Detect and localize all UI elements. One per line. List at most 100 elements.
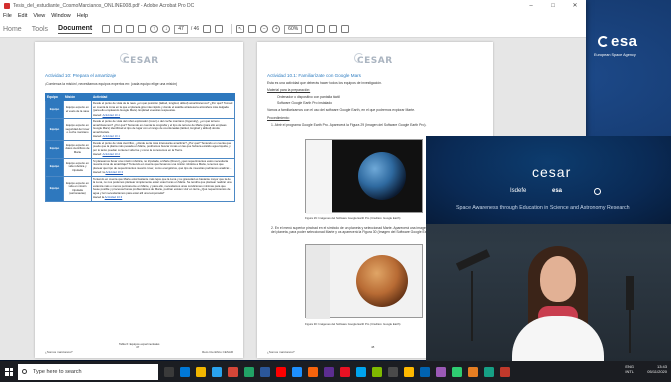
table-header: Actividad [91, 93, 235, 101]
search-icon[interactable] [138, 25, 147, 33]
mission-cell: Equipo experto en vida en misión tripula… [63, 175, 92, 202]
table-header: Equipo [45, 93, 64, 101]
email-icon[interactable] [126, 25, 135, 33]
hand-tool-icon[interactable] [248, 25, 257, 33]
menu-bar: File Edit View Window Help [0, 11, 586, 21]
activity-text: Desde el punto de vista del robot explor… [93, 119, 227, 134]
menu-help[interactable]: Help [77, 13, 88, 19]
language-indicator[interactable]: ENG INTL [625, 364, 634, 374]
activity-text: Desde el punto de vista científico, ¿dón… [93, 140, 232, 152]
zoom-out-icon[interactable]: − [260, 25, 269, 33]
taskbar-app-icon[interactable] [324, 366, 334, 377]
print-icon[interactable] [114, 25, 123, 33]
table-row: Equipo Equipo experto en vida robótica y … [45, 157, 235, 177]
taskbar-app-icon[interactable] [468, 366, 478, 377]
activity-cell: Desde el punto de vista del robot explor… [91, 118, 235, 141]
maximize-button[interactable]: □ [542, 3, 564, 9]
close-button[interactable]: ✕ [564, 2, 586, 9]
procedure-heading: Procedimiento: [267, 116, 290, 120]
zoom-in-icon[interactable]: + [272, 25, 281, 33]
taskbar-app-icon[interactable] [388, 366, 398, 377]
taskbar-app-icon[interactable] [180, 366, 190, 377]
taskbar-app-icon[interactable] [212, 366, 222, 377]
esa-logo-small: esa [552, 188, 563, 194]
fit-width-icon[interactable] [305, 25, 314, 33]
select-cursor-icon[interactable]: ↖ [236, 25, 245, 33]
activity-cell: Desde el punto de vista de la nave ¿en q… [91, 100, 235, 119]
taskbar-app-icon[interactable] [356, 366, 366, 377]
taskbar-app-icon[interactable] [372, 366, 382, 377]
material-item: Ordenador o dispositivo con pantalla tác… [277, 95, 340, 99]
figure-caption: Figura 30: Imágenes del Software Google … [305, 322, 401, 326]
desktop: esa European Space Agency Tesis_del_estu… [0, 0, 671, 382]
system-clock[interactable]: 13:43 05/11/2020 [647, 364, 667, 374]
activity-title: Actividad 10.1: Familiarízate con Google… [267, 73, 361, 78]
taskbar-app-icon[interactable] [196, 366, 206, 377]
activity-cell: Desde el punto de vista científico, ¿dón… [91, 139, 235, 159]
taskbar-app-icon[interactable] [420, 366, 430, 377]
acrobat-app-icon [4, 2, 10, 9]
activity-link[interactable]: Actividad 10.3 [105, 170, 123, 174]
activity-link[interactable]: Actividad 10.3 [105, 195, 123, 199]
taskbar-search-input[interactable]: Type here to search [18, 363, 158, 380]
taskbar-app-icon[interactable] [404, 366, 414, 377]
taskbar-app-icon[interactable] [244, 366, 254, 377]
page-down-icon[interactable]: ↓ [162, 25, 171, 33]
video-call-overlay[interactable]: cesar Isdefe esa Space Awareness through… [426, 136, 671, 361]
menu-file[interactable]: File [3, 13, 12, 19]
menu-edit[interactable]: Edit [18, 13, 27, 19]
activity-link[interactable]: Actividad 10.1 [103, 113, 121, 117]
activity-link[interactable]: Actividad 10.2 [103, 152, 121, 156]
table-row: Equipo Equipo experto en el vuelo de la n… [45, 100, 235, 119]
taskbar-app-icon[interactable] [484, 366, 494, 377]
esa-subtitle: European Space Agency [594, 53, 636, 57]
two-page-icon[interactable] [317, 25, 326, 33]
table-row: Equipo Equipo experto en seguridad del ro… [45, 118, 235, 141]
save-icon[interactable] [102, 25, 111, 33]
tab-home[interactable]: Home [3, 26, 22, 33]
windows-logo-icon [5, 367, 13, 376]
menu-window[interactable]: Window [51, 13, 71, 19]
toolbar: Home Tools Document ↑ ↓ 47 / 46 ↖ − + 60… [0, 21, 586, 38]
isdefe-logo: Isdefe [510, 188, 527, 194]
mission-cell: Equipo experto en el vuelo de la nave [63, 100, 92, 119]
cesar-brand: cesar [532, 164, 572, 180]
page-number-input[interactable]: 47 [174, 24, 188, 34]
team-cell: Equipo [45, 139, 64, 159]
presenter-body [512, 316, 604, 361]
taskbar-app-icon[interactable] [308, 366, 318, 377]
fit-page-icon[interactable] [203, 25, 212, 33]
minimize-button[interactable]: – [520, 3, 542, 9]
activity-cell: Teniendo en cuenta que Marte está bastan… [91, 175, 235, 202]
taskbar-app-icon[interactable] [164, 366, 174, 377]
taskbar-app-icon[interactable] [260, 366, 270, 377]
menu-view[interactable]: View [33, 13, 45, 19]
taskbar-app-icon[interactable] [340, 366, 350, 377]
sign-icon[interactable] [341, 25, 350, 33]
clock-date: 05/11/2020 [647, 369, 667, 374]
toolbar-separator [231, 24, 233, 34]
page-up-icon[interactable]: ↑ [150, 25, 159, 33]
comment-icon[interactable] [329, 25, 338, 33]
page-view-icon[interactable] [215, 25, 224, 33]
taskbar-app-icon[interactable] [452, 366, 462, 377]
tab-tools[interactable]: Tools [32, 26, 48, 33]
start-button[interactable] [0, 361, 18, 382]
activity-link-line: Haced: Actividad 10.2 [93, 152, 233, 157]
zoom-level-select[interactable]: 60% [284, 24, 303, 34]
cesar-logo: CESAR [120, 53, 159, 66]
material-item: Software Google Earth Pro instalado [277, 101, 333, 105]
taskbar-apps [158, 366, 510, 377]
window-title: Tesis_del_estudiante_CosmoMarcianos_ONLI… [13, 2, 195, 9]
tab-document[interactable]: Document [58, 25, 93, 34]
taskbar-app-icon[interactable] [500, 366, 510, 377]
esa-logo: esa [598, 33, 668, 51]
taskbar-app-icon[interactable] [436, 366, 446, 377]
taskbar-app-icon[interactable] [276, 366, 286, 377]
google-earth-screenshot [305, 139, 423, 214]
earth-globe-image [358, 152, 406, 200]
taskbar-app-icon[interactable] [228, 366, 238, 377]
team-cell: Equipo [45, 118, 64, 141]
taskbar-app-icon[interactable] [292, 366, 302, 377]
activity-link[interactable]: Actividad 10.1 [103, 134, 121, 138]
